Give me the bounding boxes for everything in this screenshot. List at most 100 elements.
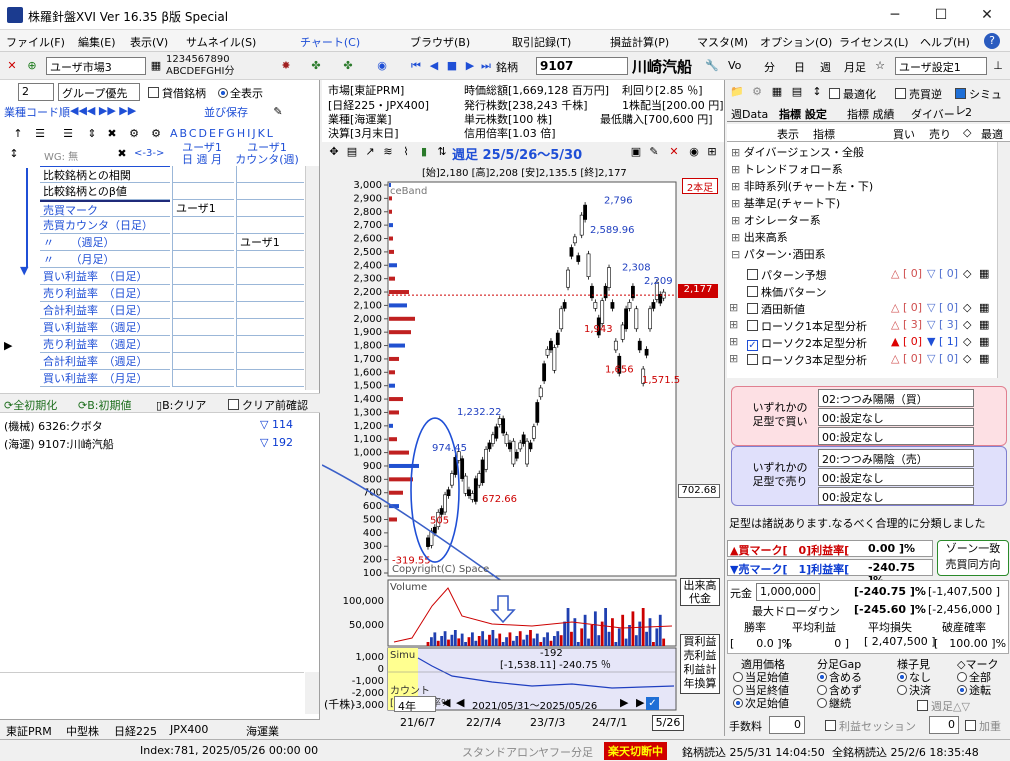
expand-icon[interactable]: ⊞: [729, 318, 738, 331]
optimize-icon[interactable]: ▦: [979, 318, 989, 331]
range-check[interactable]: ✓: [646, 697, 659, 710]
nav-arrows-icon[interactable]: ◀◀◀ ▶▶ ▶▶: [70, 104, 136, 117]
indicator-cell[interactable]: [236, 370, 304, 387]
expand-icon[interactable]: ⊟: [731, 248, 744, 261]
indicator-row-label[interactable]: 売り利益率 （週足）: [40, 336, 170, 353]
menu-master[interactable]: マスタ(M): [697, 34, 748, 50]
user-setting-select[interactable]: ユーザ設定1: [895, 57, 987, 75]
diamond-icon[interactable]: ◇: [963, 318, 971, 331]
weighted-checkbox[interactable]: [965, 720, 976, 731]
menu-option[interactable]: オプション(O): [760, 34, 832, 50]
memo-area[interactable]: [0, 672, 304, 714]
indicator-cell[interactable]: [172, 268, 234, 285]
week-toggle[interactable]: 週: [820, 59, 831, 75]
zone-match-button[interactable]: ゾーン一致 売買同方向: [937, 540, 1009, 576]
tree-node[interactable]: ⊟ パターン･酒田系: [731, 246, 826, 262]
erase-icon[interactable]: ✕: [666, 144, 682, 160]
nav-right-icon[interactable]: ▶: [620, 696, 628, 709]
buy-pattern-select-3[interactable]: 00:設定なし: [818, 427, 974, 445]
zigzag-icon[interactable]: ≋: [380, 144, 396, 160]
indicator-row-label[interactable]: 〃 （月足）: [40, 251, 170, 268]
menu-trade-record[interactable]: 取引記録(T): [512, 34, 571, 50]
menu-help[interactable]: ヘルプ(H): [920, 34, 970, 50]
cross-tool-icon[interactable]: ✕: [4, 58, 20, 74]
expand-icon[interactable]: ⊞: [731, 180, 744, 193]
indicator-cell[interactable]: [236, 285, 304, 302]
nav-col-label[interactable]: <-3->: [134, 148, 164, 159]
tab-divergence[interactable]: ダイバー: [911, 106, 955, 122]
indicator-cell[interactable]: [172, 217, 234, 234]
stock-row[interactable]: (機械) 6326:クボタ ▽ 114: [4, 418, 304, 436]
list-icon[interactable]: ☰: [32, 126, 48, 142]
tree-subnode[interactable]: ⊞ ローソク3本足型分析 △ [ 0] ▽ [ 0] ◇ ▦: [729, 352, 993, 368]
indicator-checkbox[interactable]: [747, 286, 758, 297]
palette-icon[interactable]: ✤: [308, 58, 324, 74]
arrow-tab-icon[interactable]: ↕: [809, 84, 825, 100]
mark-radio[interactable]: [957, 672, 967, 682]
tree-subnode[interactable]: 株価パターン: [741, 284, 993, 300]
nav-left-icon[interactable]: ◀: [442, 696, 450, 709]
last-icon[interactable]: ⏭: [478, 58, 494, 74]
chart-tab-icon[interactable]: ▦: [769, 84, 785, 100]
indicator-cell[interactable]: [236, 217, 304, 234]
nav-right2-icon[interactable]: ▶: [636, 696, 644, 709]
indicator-cell[interactable]: [236, 268, 304, 285]
weekly-checkbox[interactable]: [917, 700, 928, 711]
grid-icon[interactable]: ▦: [148, 58, 164, 74]
indicator-row-label[interactable]: 比較銘柄とのβ値: [40, 183, 170, 200]
indicator-cell[interactable]: ユーザ1: [236, 234, 304, 251]
clear-confirm-checkbox[interactable]: [228, 399, 239, 410]
indicator-cell[interactable]: [172, 234, 234, 251]
indicator-cell[interactable]: [172, 166, 234, 183]
back-icon[interactable]: ◀: [426, 58, 442, 74]
list2-icon[interactable]: ☰: [60, 126, 76, 142]
profit-side-button[interactable]: 買利益 売利益 利益計 年換算: [680, 634, 720, 694]
pen-icon[interactable]: ✎: [646, 144, 662, 160]
market-select[interactable]: ユーザ市場3: [46, 57, 146, 75]
tab-2[interactable]: 2: [965, 106, 972, 119]
kashaku-checkbox[interactable]: [148, 87, 159, 98]
diamond-icon[interactable]: ◇: [963, 352, 971, 365]
trend-icon[interactable]: ↗: [362, 144, 378, 160]
fib-icon[interactable]: ⌇: [398, 144, 414, 160]
add-stock-icon[interactable]: ⊕: [24, 58, 40, 74]
mark-radio[interactable]: [957, 685, 967, 695]
nav-left2-icon[interactable]: ◀: [456, 696, 464, 709]
expand-icon[interactable]: ⊞: [731, 146, 744, 159]
diamond-icon[interactable]: ◇: [963, 335, 971, 348]
indicator-row-label[interactable]: 売買マーク: [40, 200, 170, 217]
memo-scrollbar[interactable]: [305, 672, 319, 714]
reset-all-button[interactable]: ⟳全初期化: [4, 397, 57, 413]
pin-icon[interactable]: ⊥: [990, 58, 1006, 74]
tab-indicator-result[interactable]: 指標 成績: [847, 106, 895, 122]
price-chart[interactable]: 3,000 2,900 2,800 2,700 2,600 2,500 2,400 2,300…: [322, 176, 724, 736]
indicator-cell[interactable]: [172, 319, 234, 336]
indicator-checkbox[interactable]: [747, 269, 758, 280]
expand-icon[interactable]: ⊞: [731, 214, 744, 227]
indicator-cell[interactable]: [236, 200, 304, 217]
indicator-cell[interactable]: [172, 370, 234, 387]
indicator-cell[interactable]: ユーザ1: [172, 200, 234, 217]
sim-checkbox[interactable]: [955, 88, 966, 99]
edit-icon[interactable]: ✎: [270, 104, 286, 120]
session-checkbox[interactable]: [825, 720, 836, 731]
menu-view[interactable]: 表示(V): [130, 34, 168, 50]
indicator-row-label[interactable]: 買い利益率 （週足）: [40, 319, 170, 336]
table-icon[interactable]: ▤: [344, 144, 360, 160]
indicator-cell[interactable]: [236, 336, 304, 353]
forward-icon[interactable]: ▶: [462, 58, 478, 74]
clear-icon[interactable]: ✖: [114, 146, 130, 162]
sell-pattern-select-2[interactable]: 00:設定なし: [818, 468, 974, 486]
day-toggle[interactable]: 日: [794, 59, 805, 75]
expand-icon[interactable]: ⊞: [729, 301, 738, 314]
indicator-cell[interactable]: [236, 302, 304, 319]
indicator-cell[interactable]: [172, 285, 234, 302]
show-all-radio[interactable]: [218, 88, 228, 98]
tree-node[interactable]: ⊞ 出来高系: [731, 229, 788, 245]
indicator-cell[interactable]: [236, 319, 304, 336]
tree-subnode[interactable]: ⊞ ローソク1本足型分析 △ [ 3] ▽ [ 3] ◇ ▦: [729, 318, 993, 334]
indicator-checkbox[interactable]: [747, 303, 758, 314]
menu-edit[interactable]: 編集(E): [78, 34, 116, 50]
gap-radio[interactable]: [817, 672, 827, 682]
move-icon[interactable]: ✥: [326, 144, 342, 160]
